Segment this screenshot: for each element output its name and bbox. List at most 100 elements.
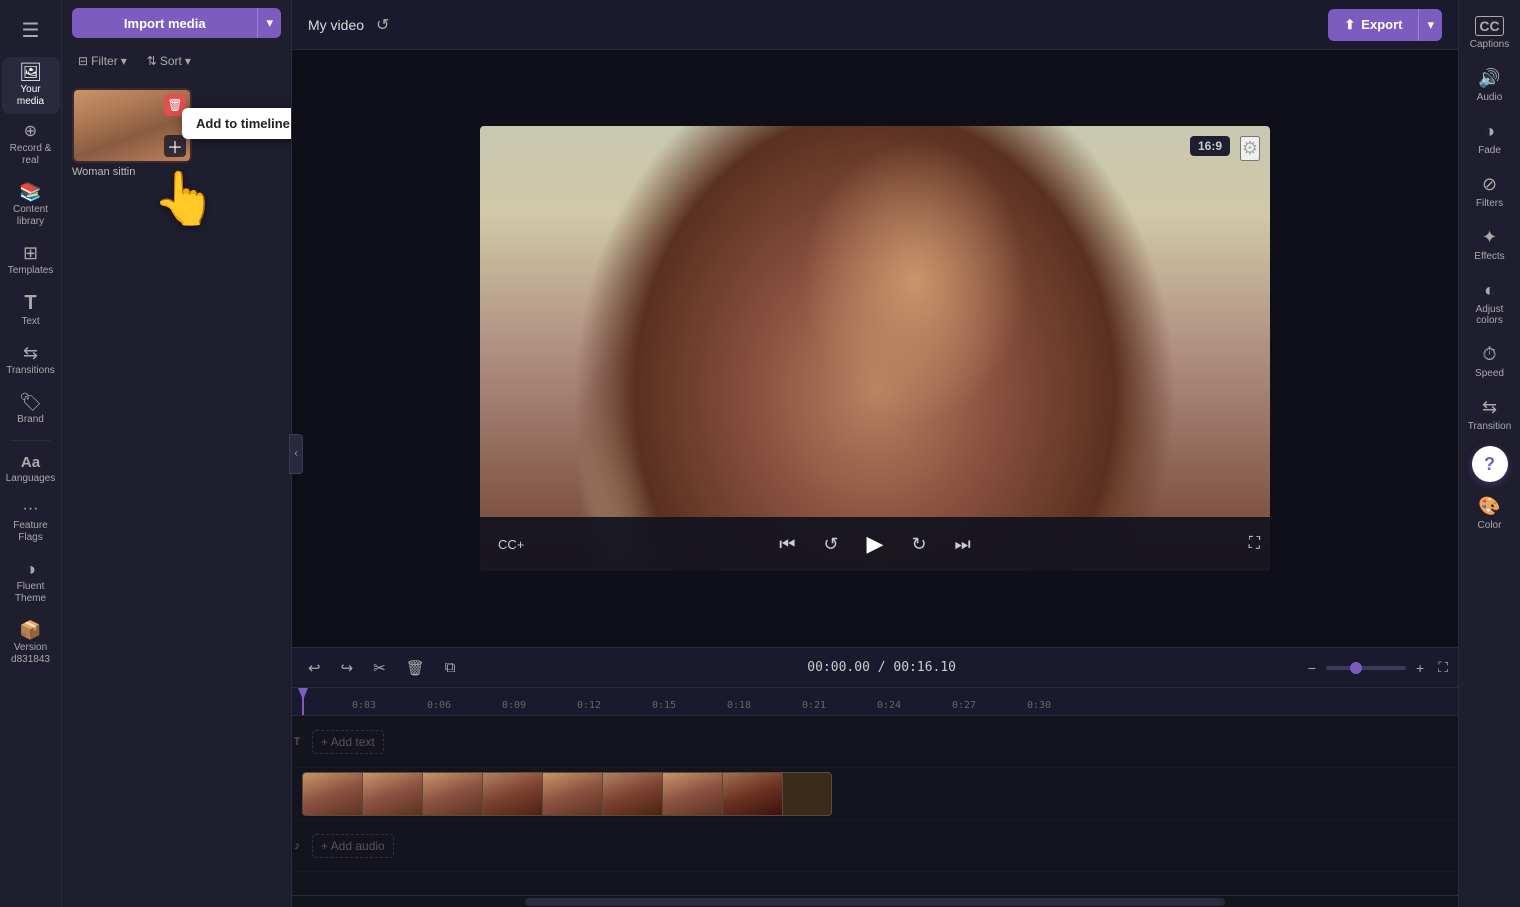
player-controls: CC+ ⏮ ↺ ▶ ↻ ⏭ ⛶	[480, 517, 1270, 571]
audio-track-label: ♪	[292, 840, 302, 852]
add-to-timeline-tooltip: Add to timeline	[182, 108, 291, 139]
sort-button[interactable]: ⇅ Sort ▾	[141, 50, 197, 72]
undo-button[interactable]: ↩	[302, 655, 327, 681]
video-track-content[interactable]	[302, 768, 1458, 819]
sidebar-item-transitions[interactable]: ⇆ Transitions	[2, 338, 60, 383]
filter-button[interactable]: ⊟ Filter ▾	[72, 50, 133, 72]
captions-button[interactable]: CC+	[490, 533, 532, 556]
record-icon: ⊕	[24, 124, 37, 140]
sidebar-item-version[interactable]: 📦 Version d831843	[2, 615, 60, 672]
sidebar-item-templates[interactable]: ⊞ Templates	[2, 238, 60, 283]
zoom-thumb	[1350, 662, 1362, 674]
timeline-playhead	[302, 688, 304, 715]
timeline-timecode: 00:00.00 / 00:16.10	[470, 660, 1294, 675]
export-arrow-button[interactable]: ▾	[1418, 9, 1442, 41]
languages-icon: Aa	[21, 455, 40, 470]
fullscreen-button[interactable]: ⛶	[1249, 535, 1260, 553]
right-sidebar-filters[interactable]: ⊘ Filters	[1461, 166, 1519, 217]
ruler-mark-027: 0:27	[952, 700, 1027, 711]
skip-back-button[interactable]: ⏮	[775, 530, 799, 559]
sort-chevron: ▾	[185, 54, 191, 68]
sidebar-divider	[11, 440, 51, 441]
import-media-arrow[interactable]: ▾	[257, 8, 281, 38]
ruler-mark-021: 0:21	[802, 700, 877, 711]
play-button[interactable]: ▶	[863, 527, 888, 561]
right-sidebar-speed[interactable]: ⏱ Speed	[1461, 336, 1519, 387]
text-icon: T	[24, 293, 36, 313]
media-panel-header: Import media ▾	[62, 0, 291, 46]
sidebar-item-label-version: Version d831843	[6, 642, 56, 666]
cut-button[interactable]: ✂	[367, 655, 392, 681]
zoom-slider[interactable]	[1326, 666, 1406, 670]
ruler-mark-0	[302, 700, 352, 711]
ruler-mark-030: 0:30	[1027, 700, 1102, 711]
rewind-button[interactable]: ↺	[819, 530, 842, 559]
timeline-scrollbar[interactable]	[292, 895, 1458, 907]
sidebar-item-your-media[interactable]: 🖼 Your media	[2, 57, 60, 114]
export-icon: ⬆	[1344, 17, 1355, 33]
skip-next-button[interactable]: ⏭	[951, 530, 975, 559]
content-library-icon: 📚	[19, 183, 41, 201]
current-time: 00:00.00	[807, 660, 870, 675]
add-audio-button[interactable]: + Add audio	[312, 834, 394, 858]
filter-label: Filter	[91, 54, 118, 68]
templates-icon: ⊞	[23, 244, 38, 262]
add-media-button[interactable]: ＋	[164, 135, 186, 157]
ruler-mark-012: 0:12	[577, 700, 652, 711]
captions-icon: CC	[1475, 16, 1503, 36]
sidebar-item-text[interactable]: T Text	[2, 287, 60, 334]
clip-frame-3	[423, 773, 483, 816]
timeline-expand-button[interactable]: ⛶	[1438, 659, 1448, 676]
audio-icon: 🔊	[1478, 68, 1500, 89]
timeline-tracks: 0:03 0:06 0:09 0:12 0:15 0:18 0:21 0:24 …	[292, 688, 1458, 895]
right-sidebar-audio[interactable]: 🔊 Audio	[1461, 60, 1519, 111]
clip-frame-8	[723, 773, 783, 816]
right-sidebar-fade[interactable]: ◑ Fade	[1461, 113, 1519, 164]
delete-button[interactable]: 🗑	[400, 655, 431, 681]
redo-button[interactable]: ↪	[335, 655, 360, 681]
aspect-ratio-badge: 16:9	[1190, 136, 1230, 156]
right-sidebar-captions[interactable]: CC Captions	[1461, 8, 1519, 58]
effects-icon: ✦	[1482, 227, 1497, 248]
sidebar-item-content-library[interactable]: 📚 Content library	[2, 177, 60, 234]
right-sidebar-adjust-colors[interactable]: ◐ Adjust colors	[1461, 272, 1519, 334]
total-time: / 00:16.10	[878, 660, 956, 675]
import-media-button[interactable]: Import media	[72, 8, 257, 38]
delete-media-button[interactable]: 🗑	[164, 94, 186, 116]
filters-icon: ⊘	[1482, 174, 1497, 195]
forward-button[interactable]: ↻	[907, 530, 930, 559]
right-sidebar-color[interactable]: 🎨 Color	[1461, 488, 1519, 539]
media-thumb[interactable]: 🗑 ＋	[72, 88, 192, 163]
audio-label: Audio	[1477, 92, 1503, 103]
duplicate-button[interactable]: ⧉	[439, 655, 462, 680]
sidebar-item-label-fluent: Fluent Theme	[6, 581, 56, 605]
video-clip[interactable]	[302, 772, 832, 816]
media-item-woman-sitting[interactable]: 🗑 ＋ Woman sittin Add to timeline 👆	[72, 88, 192, 178]
media-grid: 🗑 ＋ Woman sittin Add to timeline 👆	[62, 80, 291, 907]
preview-settings-button[interactable]: ⚙	[1240, 136, 1260, 161]
color-icon: 🎨	[1478, 496, 1500, 517]
text-track-label: T	[292, 736, 302, 748]
zoom-in-button[interactable]: +	[1410, 658, 1430, 678]
sidebar-item-label-feature-flags: Feature Flags	[6, 520, 56, 544]
sort-icon: ⇅	[147, 54, 157, 68]
zoom-out-button[interactable]: −	[1302, 658, 1322, 678]
video-frame: 16:9 ⚙ CC+ ⏮ ↺ ▶ ↻ ⏭ ⛶	[480, 126, 1270, 571]
right-sidebar-effects[interactable]: ✦ Effects	[1461, 219, 1519, 270]
add-text-button[interactable]: + Add text	[312, 730, 384, 754]
menu-icon[interactable]: ☰	[2, 8, 60, 53]
sidebar-item-fluent-theme[interactable]: ◑ Fluent Theme	[2, 554, 60, 611]
clip-frame-1	[303, 773, 363, 816]
clip-frame-2	[363, 773, 423, 816]
sidebar-item-record-create[interactable]: ⊕ Record & real	[2, 118, 60, 173]
export-button[interactable]: ⬆ Export	[1328, 9, 1418, 41]
help-bubble[interactable]: ?	[1472, 446, 1508, 482]
right-sidebar-transition[interactable]: ⇆ Transition	[1461, 389, 1519, 440]
panel-collapse-button[interactable]: ‹	[289, 434, 303, 474]
sidebar-item-languages[interactable]: Aa Languages	[2, 449, 60, 491]
sync-icon: ↺	[376, 15, 389, 35]
filter-icon: ⊟	[78, 54, 88, 68]
sidebar-item-brand-kit[interactable]: 🏷 Brand	[2, 387, 60, 432]
captions-label: Captions	[1470, 39, 1509, 50]
sidebar-item-feature-flags[interactable]: ··· Feature Flags	[2, 495, 60, 550]
